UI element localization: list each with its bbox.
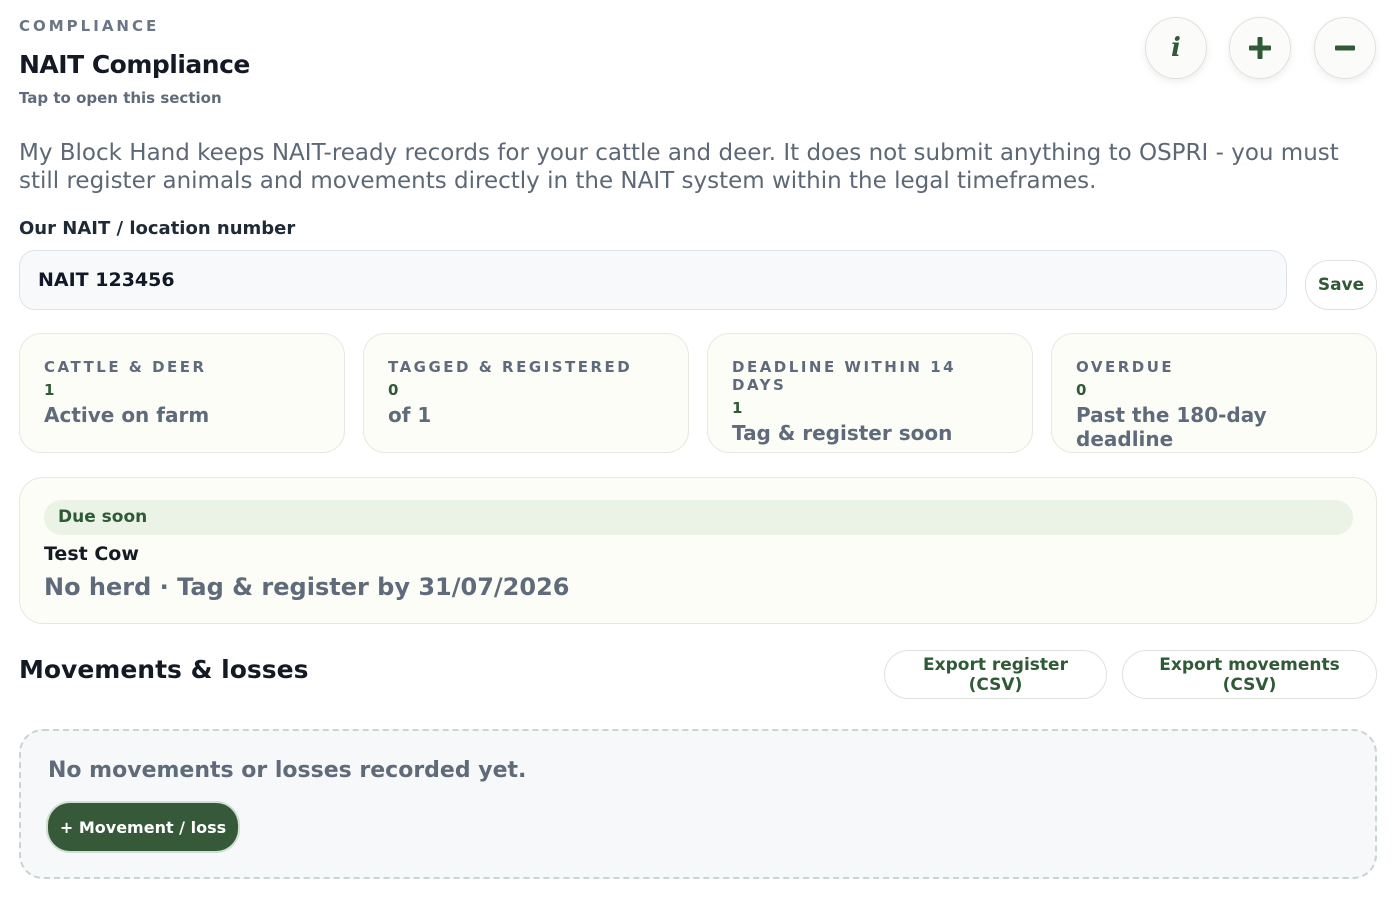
- stat-label: CATTLE & DEER: [44, 358, 207, 376]
- stat-card-overdue: OVERDUE 0 Past the 180-day deadline: [1051, 333, 1377, 453]
- stat-value: 0: [1076, 381, 1087, 399]
- nait-number-input[interactable]: [19, 250, 1287, 310]
- page-title[interactable]: NAIT Compliance: [19, 50, 250, 79]
- stat-label: DEADLINE WITHIN 14 DAYS: [732, 358, 957, 394]
- due-soon-badge: Due soon: [44, 500, 1353, 535]
- due-soon-card[interactable]: Due soon Test Cow No herd · Tag & regist…: [19, 477, 1377, 624]
- save-button[interactable]: Save: [1305, 260, 1377, 310]
- stat-card-cattle-deer: CATTLE & DEER 1 Active on farm: [19, 333, 345, 453]
- expand-button[interactable]: [1229, 17, 1291, 79]
- movements-section-title: Movements & losses: [19, 655, 309, 684]
- section-eyebrow: COMPLIANCE: [19, 17, 160, 35]
- stat-card-tagged-registered: TAGGED & REGISTERED 0 of 1: [363, 333, 689, 453]
- stat-subtext: Tag & register soon: [732, 421, 953, 445]
- plus-icon: [1249, 37, 1271, 59]
- minus-icon: [1335, 45, 1355, 51]
- info-icon: i: [1171, 33, 1181, 63]
- export-movements-button[interactable]: Export movements (CSV): [1122, 650, 1377, 699]
- export-register-button[interactable]: Export register (CSV): [884, 650, 1107, 699]
- intro-text: My Block Hand keeps NAIT-ready records f…: [19, 140, 1339, 194]
- stat-value: 0: [388, 381, 399, 399]
- stat-subtext: of 1: [388, 403, 432, 427]
- tap-hint: Tap to open this section: [19, 89, 222, 107]
- animal-name: Test Cow: [44, 543, 139, 565]
- info-button[interactable]: i: [1145, 17, 1207, 79]
- stat-subtext: Active on farm: [44, 403, 210, 427]
- stat-card-deadline: DEADLINE WITHIN 14 DAYS 1 Tag & register…: [707, 333, 1033, 453]
- add-movement-button[interactable]: + Movement / loss: [48, 803, 238, 851]
- empty-state-text: No movements or losses recorded yet.: [48, 758, 527, 783]
- nait-number-label: Our NAIT / location number: [19, 218, 296, 239]
- stat-label: OVERDUE: [1076, 358, 1175, 376]
- stat-value: 1: [44, 381, 55, 399]
- stat-value: 1: [732, 399, 743, 417]
- collapse-button[interactable]: [1314, 17, 1376, 79]
- stat-subtext: Past the 180-day deadline: [1076, 403, 1267, 451]
- movements-empty-state: No movements or losses recorded yet. + M…: [19, 729, 1377, 879]
- animal-deadline-detail: No herd · Tag & register by 31/07/2026: [44, 573, 570, 601]
- stat-label: TAGGED & REGISTERED: [388, 358, 633, 376]
